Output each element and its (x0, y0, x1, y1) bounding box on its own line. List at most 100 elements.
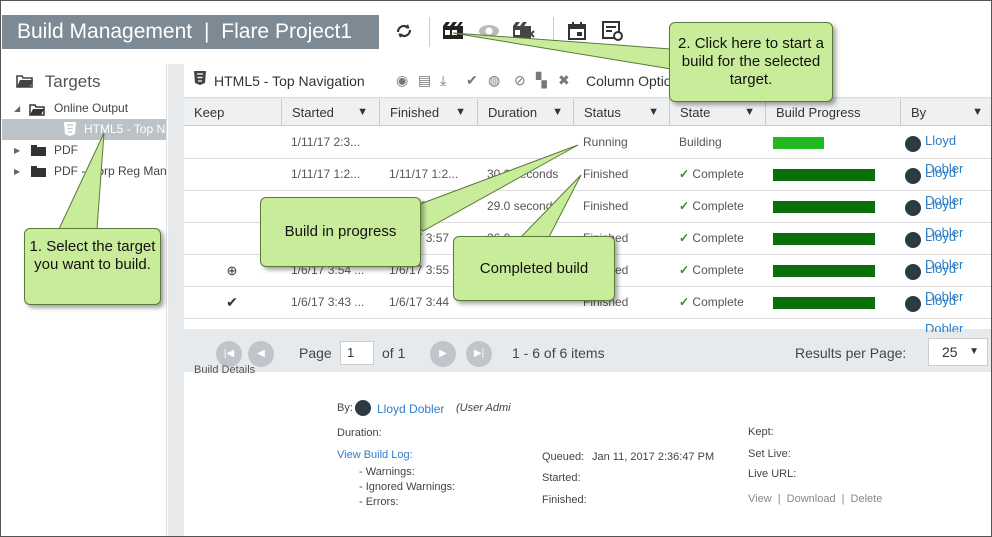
project-name: Flare Project1 (221, 20, 352, 43)
cell-keep (184, 127, 280, 158)
column-header-state[interactable]: State ▼ (669, 99, 765, 126)
grid-header: Keep Started ▼ Finished ▼ Duration ▼ Status… (184, 99, 991, 126)
cell-status: Finished (583, 199, 629, 213)
table-row[interactable]: 1/11/17 1:2... 1/11/17 1:2... 30.0 seconds… (184, 159, 991, 208)
details-by-role: (User Admi (456, 402, 511, 414)
preview-eye-icon[interactable] (477, 21, 501, 45)
last-page-icon[interactable]: ▶| (466, 341, 492, 367)
details-actions: View | Download | Delete (748, 493, 882, 505)
tree-item-pdf[interactable]: ▶ PDF (2, 140, 166, 161)
column-header-label: Duration (488, 105, 538, 120)
avatar (905, 232, 921, 248)
action-separator: | (841, 493, 845, 505)
errors-label: - Errors: (359, 496, 399, 508)
queued-label: Queued: (542, 451, 585, 463)
filter-icon[interactable]: ▼ (972, 99, 983, 126)
filter-icon[interactable]: ▼ (744, 99, 755, 126)
delete-x-icon[interactable]: ✖ (558, 72, 570, 89)
filter-icon[interactable]: ▼ (357, 99, 368, 126)
check-icon: ✓ (679, 295, 690, 309)
callout-completed-build: Completed build (453, 236, 615, 301)
tree-item-label: PDF - Corp Reg Manual (54, 164, 166, 178)
column-header-label: Build Progress (776, 105, 861, 120)
cell-duration (477, 127, 573, 158)
calendar-icon[interactable] (565, 21, 589, 45)
cell-started: 1/11/17 1:2... (291, 167, 361, 181)
kept-label: Kept: (748, 426, 774, 438)
download-link[interactable]: Download (787, 493, 836, 505)
download-icon[interactable]: ⤓ (440, 72, 446, 89)
column-header-keep[interactable]: Keep (184, 99, 280, 126)
build-progress-bar (773, 169, 875, 181)
tree-item-online-output[interactable]: ◢ Online Output (2, 98, 166, 119)
delete-link[interactable]: Delete (851, 493, 883, 505)
filter-icon[interactable]: ▼ (455, 99, 466, 126)
cell-keep: ✔ (184, 287, 280, 318)
column-header-status[interactable]: Status ▼ (573, 99, 669, 126)
cell-status: Running (583, 135, 628, 149)
toolbar-divider (429, 17, 430, 47)
column-header-duration[interactable]: Duration ▼ (477, 99, 573, 126)
tree-item-html5-top-navigation[interactable]: HTML5 - Top Navigation (2, 119, 166, 140)
state-text: Complete (692, 295, 744, 309)
filter-icon[interactable]: ▼ (552, 99, 563, 126)
keep-check-icon[interactable]: ✔ (466, 72, 478, 89)
folder-icon (31, 166, 46, 177)
table-row[interactable]: 1/11/17 2:3... Running Building Lloyd Doble… (184, 127, 991, 176)
cancel-icon[interactable]: ⊘ (514, 72, 526, 89)
page-input[interactable]: 1 (340, 341, 374, 365)
publish-globe-icon[interactable]: ◍ (488, 72, 500, 89)
cell-duration: 30.0 seconds (487, 167, 559, 181)
build-progress-bar (773, 297, 875, 309)
clipboard-icon[interactable]: ▤ (418, 72, 431, 89)
rebuild-icon[interactable]: ▚ (536, 72, 547, 89)
callout-build-in-progress: Build in progress (260, 197, 421, 267)
view-eye-icon[interactable]: ◉ (396, 72, 408, 89)
next-page-icon[interactable]: ▶ (430, 341, 456, 367)
build-settings-icon[interactable] (512, 21, 536, 45)
column-header-started[interactable]: Started ▼ (281, 99, 378, 126)
caret-right-icon[interactable]: ▶ (14, 161, 20, 182)
build-icon[interactable] (441, 21, 465, 45)
avatar (905, 264, 921, 280)
set-live-label: Set Live: (748, 448, 791, 460)
cell-finished (379, 127, 476, 158)
view-link[interactable]: View (748, 493, 772, 505)
finished-label: Finished: (542, 494, 587, 506)
app-title: Build Management (17, 20, 193, 43)
page-label: Page (299, 345, 332, 361)
tree-item-label: PDF (54, 143, 78, 157)
build-details-title: Build Details (194, 364, 256, 376)
build-progress-bar (773, 201, 875, 213)
view-build-log-link[interactable]: View Build Log: (337, 449, 413, 461)
html5-icon (64, 122, 76, 140)
check-icon: ✔ (226, 294, 238, 310)
column-header-label: State (680, 105, 711, 120)
refresh-icon[interactable] (392, 21, 416, 45)
folder-open-icon (16, 73, 34, 88)
folder-icon (31, 145, 46, 156)
duration-label: Duration: (337, 427, 382, 439)
app-window: Build Management | Flare Project1 Target… (0, 0, 992, 537)
filter-icon[interactable]: ▼ (648, 99, 659, 126)
column-header-build-progress[interactable]: Build Progress (765, 99, 900, 126)
action-separator: | (777, 493, 781, 505)
toolbar-divider (553, 17, 554, 47)
schedule-view-icon[interactable] (601, 21, 625, 45)
column-header-label: Finished (390, 105, 440, 120)
live-url-label: Live URL: (748, 468, 797, 480)
column-header-by[interactable]: By ▼ (900, 99, 991, 126)
caret-right-icon[interactable]: ▶ (14, 140, 20, 161)
build-progress-bar (773, 137, 824, 149)
tree-item-pdf-corp-reg-manual[interactable]: ▶ PDF - Corp Reg Manual (2, 161, 166, 182)
details-by-label: By: (337, 402, 353, 414)
avatar (905, 168, 921, 184)
column-header-finished[interactable]: Finished ▼ (379, 99, 476, 126)
details-by-name[interactable]: Lloyd Dobler (377, 402, 444, 416)
caret-down-icon[interactable]: ◢ (14, 98, 20, 119)
avatar (905, 200, 921, 216)
callout-select-target: 1. Select the target you want to build. (24, 228, 161, 305)
check-icon: ✓ (679, 231, 690, 245)
cell-duration: 29.0 seconds (487, 199, 559, 213)
results-per-page-select[interactable]: 25 ▼ (928, 338, 988, 366)
